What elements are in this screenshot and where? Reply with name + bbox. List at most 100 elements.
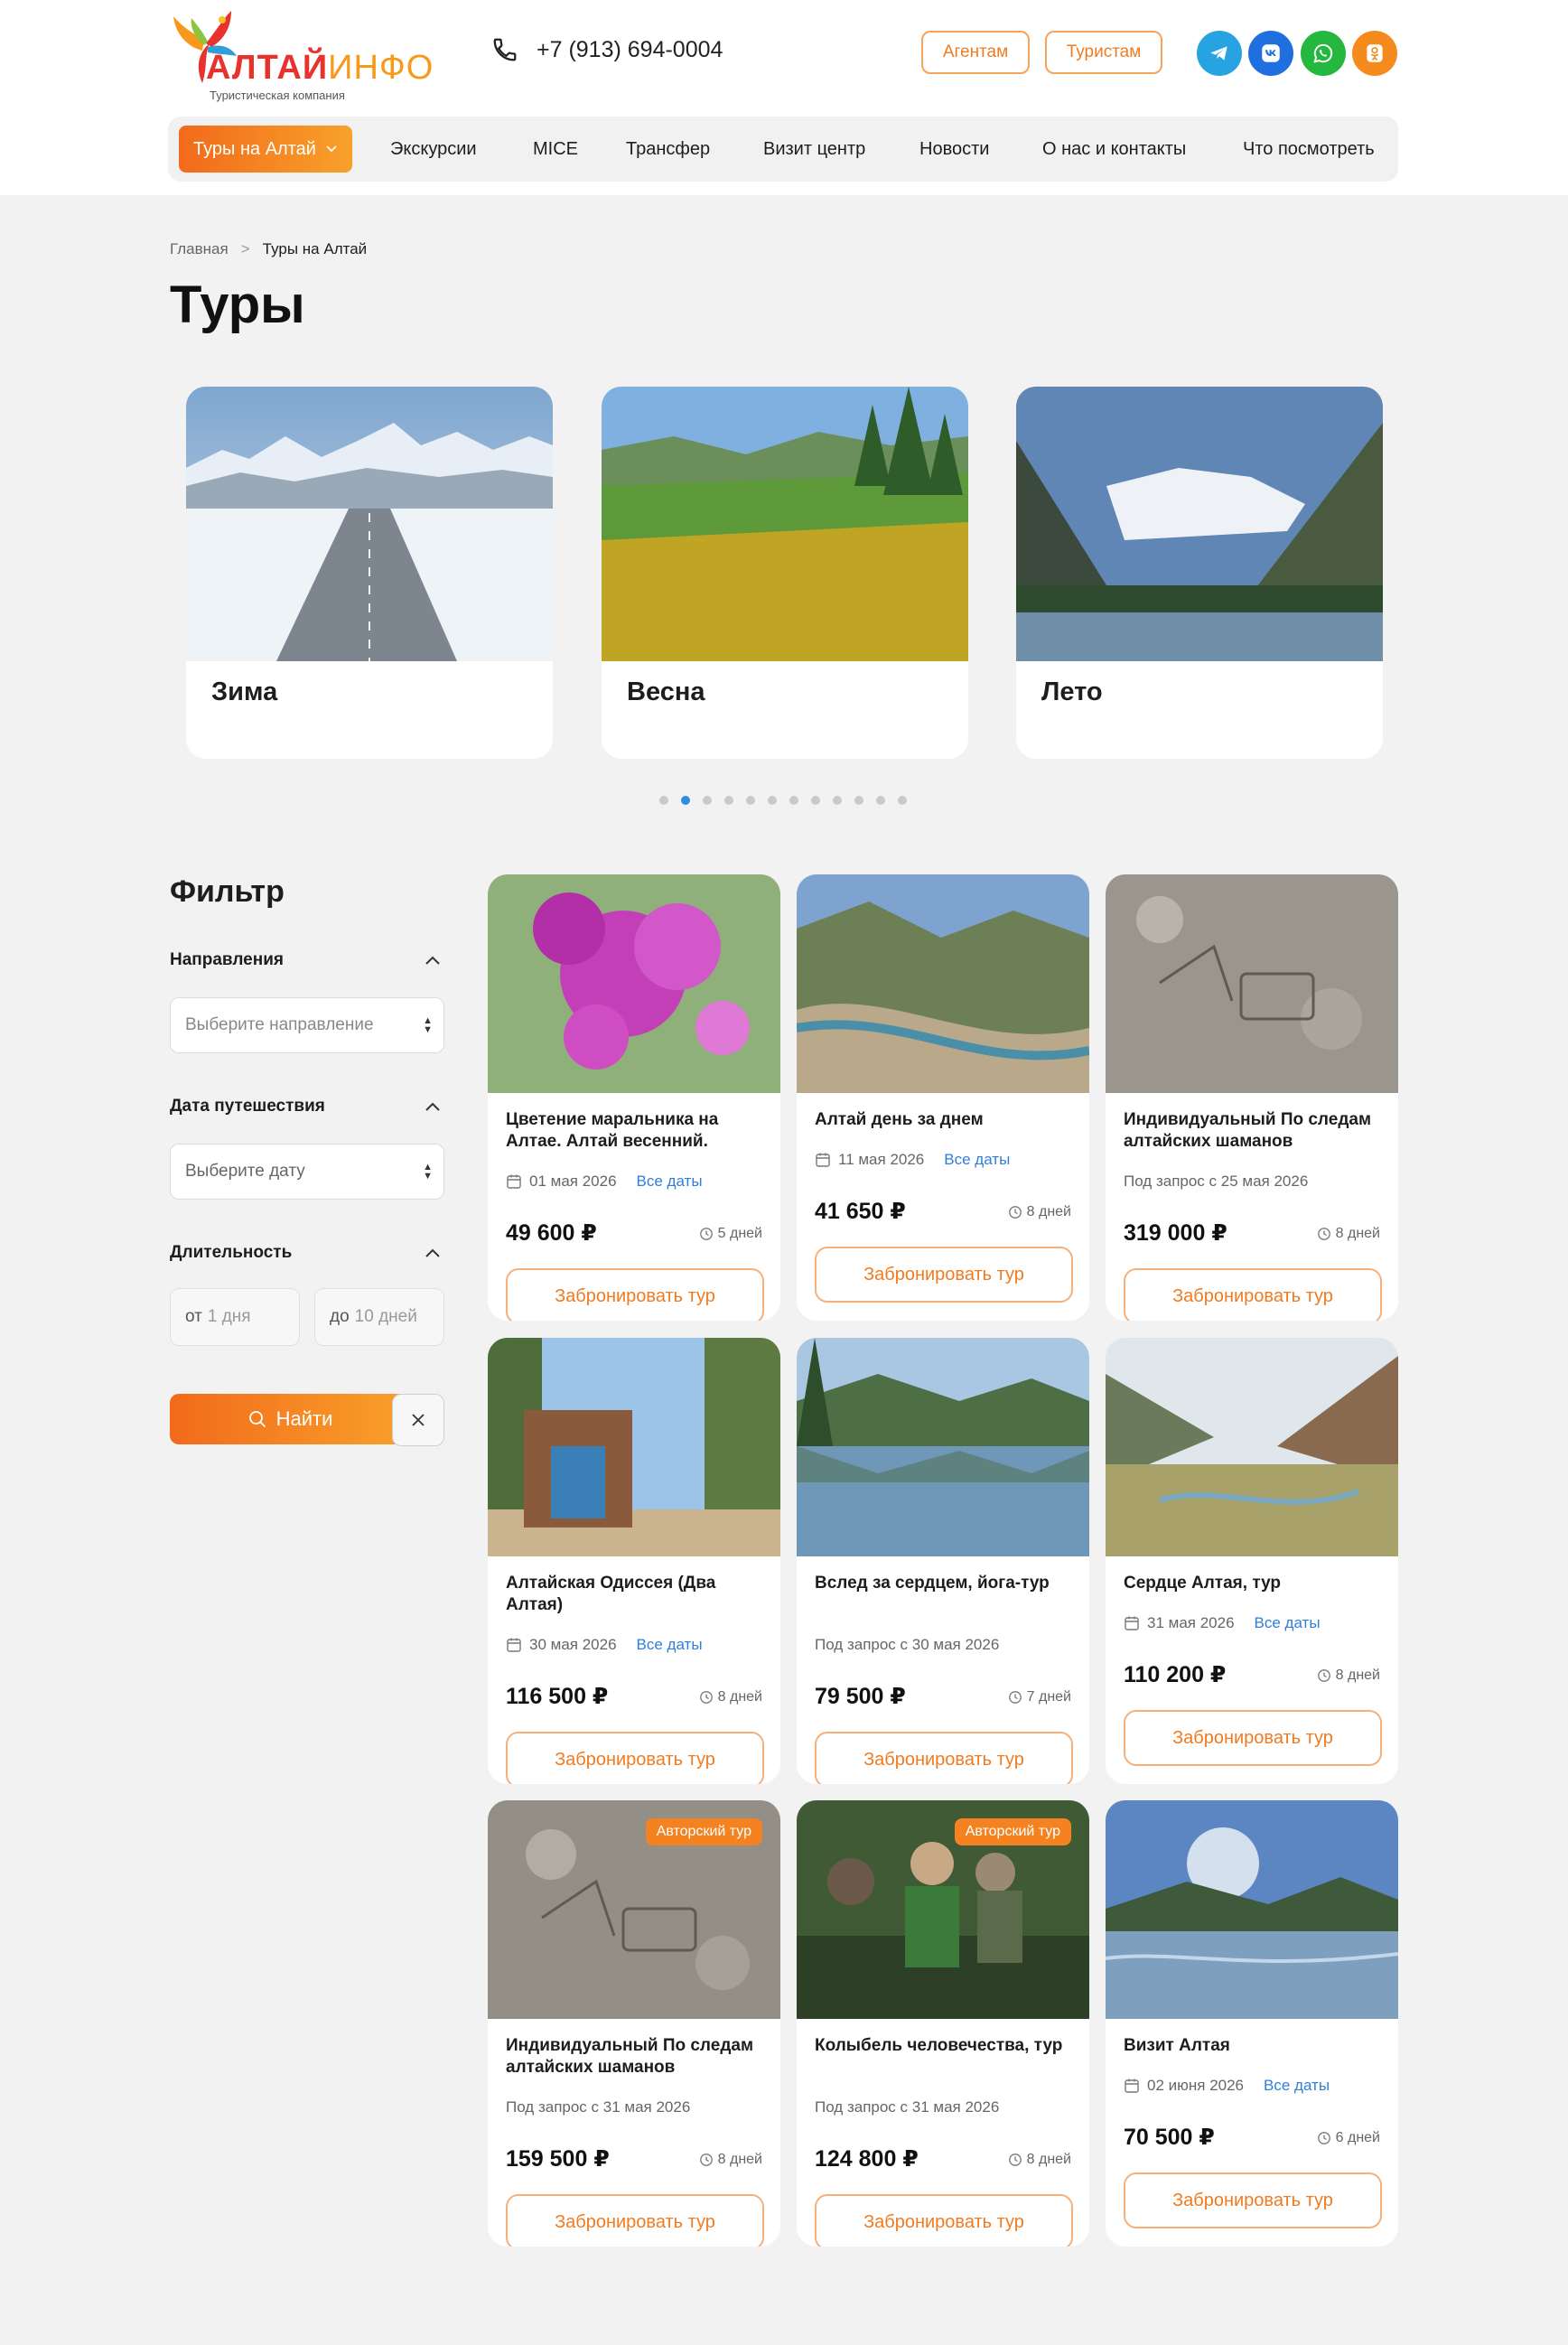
tour-card[interactable]: Цветение маральника на Алтае. Алтай весе… xyxy=(488,874,780,1321)
tour-title: Индивидуальный По следам алтайских шаман… xyxy=(1124,1110,1371,1151)
calendar-icon xyxy=(507,1638,521,1652)
slider-dot[interactable] xyxy=(681,796,690,805)
odnoklassniki-icon[interactable] xyxy=(1352,31,1397,76)
tour-date-row: 02 июня 2026 Все даты xyxy=(1124,2077,1330,2095)
slider-dot[interactable] xyxy=(724,796,733,805)
nav-item-tours[interactable]: Туры на Алтай xyxy=(179,126,352,173)
logo[interactable]: АЛТАЙИНФО Туристическая компания xyxy=(168,7,439,102)
slider-dot[interactable] xyxy=(833,796,842,805)
tour-card[interactable]: Алтай день за днем 11 мая 2026 Все даты … xyxy=(797,874,1089,1321)
season-card-spring[interactable]: Весна xyxy=(602,387,968,759)
all-dates-link[interactable]: Все даты xyxy=(1255,1614,1321,1632)
all-dates-link[interactable]: Все даты xyxy=(1264,2077,1330,2095)
whatsapp-icon[interactable] xyxy=(1301,31,1346,76)
tour-duration: 5 дней xyxy=(699,1226,762,1242)
slider-dot[interactable] xyxy=(768,796,777,805)
agents-button[interactable]: Агентам xyxy=(921,31,1030,74)
tour-price: 49 600 ₽ xyxy=(506,1220,597,1246)
tour-date-row: Под запрос с 25 мая 2026 xyxy=(1124,1172,1308,1191)
find-button[interactable]: Найти xyxy=(170,1394,410,1444)
tour-card[interactable]: Авторский тур Колыбель человечества, тур… xyxy=(797,1800,1089,2247)
book-tour-button[interactable]: Забронировать тур xyxy=(506,1268,764,1321)
season-card-summer[interactable]: Лето xyxy=(1016,387,1383,759)
tour-card[interactable]: Визит Алтая 02 июня 2026 Все даты 70 500… xyxy=(1106,1800,1398,2247)
tour-image xyxy=(797,1338,1089,1556)
chevron-up-icon[interactable] xyxy=(423,1100,443,1113)
tour-price: 79 500 ₽ xyxy=(815,1684,906,1709)
reset-filter-button[interactable] xyxy=(392,1394,444,1446)
all-dates-link[interactable]: Все даты xyxy=(637,1636,703,1654)
tour-card[interactable]: Сердце Алтая, тур 31 мая 2026 Все даты 1… xyxy=(1106,1338,1398,1784)
filter-title: Фильтр xyxy=(170,874,285,909)
telegram-icon[interactable] xyxy=(1197,31,1242,76)
logo-name-part1: АЛТАЙ xyxy=(206,49,329,87)
tour-date-row: 30 мая 2026 Все даты xyxy=(506,1636,703,1654)
slider-dot[interactable] xyxy=(898,796,907,805)
logo-tagline: Туристическая компания xyxy=(210,89,345,102)
tour-duration: 8 дней xyxy=(1317,1668,1380,1684)
slider-dot[interactable] xyxy=(659,796,668,805)
book-tour-button[interactable]: Забронировать тур xyxy=(506,2194,764,2247)
direction-select[interactable]: Выберите направление ▲ ▼ xyxy=(170,997,444,1053)
spring-meadow-image xyxy=(602,387,968,661)
nav-item-news[interactable]: Новости xyxy=(919,117,989,182)
nav-item-what-to-see[interactable]: Что посмотреть xyxy=(1243,117,1375,182)
author-tour-badge: Авторский тур xyxy=(645,1818,762,1845)
all-dates-link[interactable]: Все даты xyxy=(637,1172,703,1191)
search-icon xyxy=(248,1411,266,1428)
calendar-icon xyxy=(1125,1616,1139,1630)
header-phone[interactable]: +7 (913) 694-0004 xyxy=(491,36,723,63)
slider-dot[interactable] xyxy=(746,796,755,805)
tour-days: 8 дней xyxy=(1335,1226,1380,1241)
clock-icon xyxy=(1008,1691,1022,1704)
nav-item-mice[interactable]: MICE xyxy=(533,117,578,182)
book-tour-button[interactable]: Забронировать тур xyxy=(1124,1268,1382,1321)
duration-to-input[interactable]: до 10 дней xyxy=(314,1288,444,1346)
tour-title: Цветение маральника на Алтае. Алтай весе… xyxy=(506,1110,719,1151)
slider-dot[interactable] xyxy=(811,796,820,805)
season-label-winter: Зима xyxy=(211,677,278,706)
book-tour-button[interactable]: Забронировать тур xyxy=(506,1732,764,1784)
slider-dot[interactable] xyxy=(703,796,712,805)
phone-number: +7 (913) 694-0004 xyxy=(537,36,723,62)
tour-card[interactable]: Индивидуальный По следам алтайских шаман… xyxy=(1106,874,1398,1321)
nav-item-transfer[interactable]: Трансфер xyxy=(626,117,710,182)
tour-card[interactable]: Авторский тур Индивидуальный По следам а… xyxy=(488,1800,780,2247)
book-tour-button[interactable]: Забронировать тур xyxy=(815,1732,1073,1784)
date-select[interactable]: Выберите дату ▲ ▼ xyxy=(170,1144,444,1200)
tour-price: 159 500 ₽ xyxy=(506,2146,610,2172)
tour-duration: 6 дней xyxy=(1317,2130,1380,2146)
tour-date-row: 11 мая 2026 Все даты xyxy=(815,1151,1010,1169)
breadcrumb-home[interactable]: Главная xyxy=(170,240,229,258)
tourists-button[interactable]: Туристам xyxy=(1045,31,1162,74)
nav-item-excursions[interactable]: Экскурсии xyxy=(390,117,477,182)
tour-days: 8 дней xyxy=(1026,2152,1071,2167)
slider-dot[interactable] xyxy=(876,796,885,805)
tour-price: 124 800 ₽ xyxy=(815,2146,919,2172)
slider-dot[interactable] xyxy=(854,796,863,805)
season-card-winter[interactable]: Зима xyxy=(186,387,553,759)
main-nav: Туры на Алтай Экскурсии MICE Трансфер Ви… xyxy=(168,117,1398,182)
nav-item-about-contacts[interactable]: О нас и контакты xyxy=(1042,117,1186,182)
tour-price: 116 500 ₽ xyxy=(506,1684,609,1709)
nav-item-visit-center[interactable]: Визит центр xyxy=(763,117,865,182)
tour-date-row: Под запрос с 31 мая 2026 xyxy=(506,2098,690,2116)
book-tour-button[interactable]: Забронировать тур xyxy=(1124,1710,1382,1766)
tour-card[interactable]: Алтайская Одиссея (Два Алтая) 30 мая 202… xyxy=(488,1338,780,1784)
slider-dot[interactable] xyxy=(789,796,798,805)
book-tour-button[interactable]: Забронировать тур xyxy=(815,2194,1073,2247)
chevron-up-icon[interactable] xyxy=(423,954,443,967)
tour-days: 8 дней xyxy=(1335,1668,1380,1683)
select-arrows-icon: ▲ ▼ xyxy=(423,1162,433,1182)
tour-card[interactable]: Вслед за сердцем, йога-тур Под запрос с … xyxy=(797,1338,1089,1784)
chevron-up-icon[interactable] xyxy=(423,1247,443,1259)
book-tour-button[interactable]: Забронировать тур xyxy=(815,1247,1073,1303)
tour-days: 8 дней xyxy=(1026,1204,1071,1219)
book-tour-button[interactable]: Забронировать тур xyxy=(1124,2172,1382,2228)
tour-duration: 8 дней xyxy=(1317,1226,1380,1242)
breadcrumb: Главная > Туры на Алтай xyxy=(170,240,367,258)
calendar-icon xyxy=(816,1153,830,1167)
duration-from-input[interactable]: от 1 дня xyxy=(170,1288,300,1346)
all-dates-link[interactable]: Все даты xyxy=(944,1151,1010,1169)
vk-icon[interactable] xyxy=(1248,31,1293,76)
